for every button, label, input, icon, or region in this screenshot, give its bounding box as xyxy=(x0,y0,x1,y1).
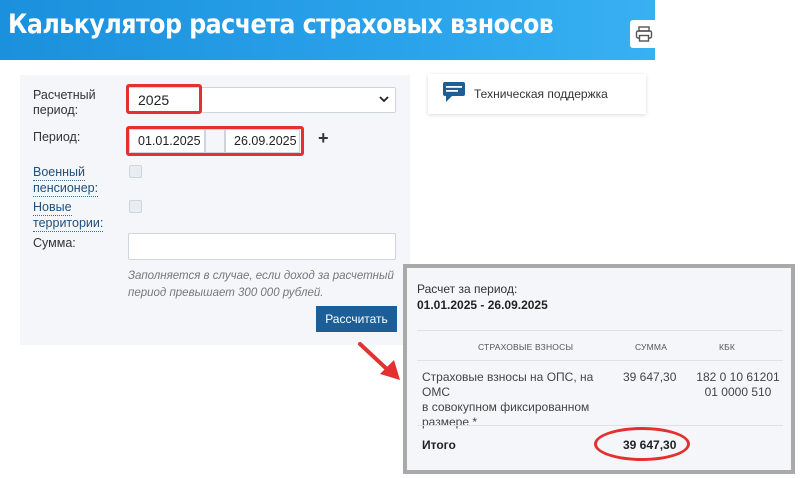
sum-input[interactable] xyxy=(128,233,396,260)
total-label: Итого xyxy=(422,438,456,452)
print-button[interactable] xyxy=(630,20,658,48)
period-label: Расчетный период: xyxy=(33,88,96,117)
military-pensioner-label[interactable]: Военный пенсионер: xyxy=(33,165,99,197)
col-header-contributions: СТРАХОВЫЕ ВЗНОСЫ xyxy=(478,342,574,352)
military-pensioner-checkbox[interactable] xyxy=(129,165,142,178)
table-divider xyxy=(417,330,783,331)
result-panel: Расчет за период: 01.01.2025 - 26.09.202… xyxy=(403,264,795,474)
calculate-button[interactable]: Рассчитать xyxy=(316,306,397,332)
new-territories-label[interactable]: Новые территории: xyxy=(33,200,104,232)
table-row-kbk: 182 0 10 61201 01 0000 510 xyxy=(696,370,780,399)
page-header: Калькулятор расчета страховых взносов xyxy=(0,0,655,60)
table-divider xyxy=(417,360,783,361)
highlight-dates xyxy=(126,126,304,156)
table-row-name: Страховые взносы на ОПС, на ОМС в совоку… xyxy=(422,370,594,429)
chevron-down-icon xyxy=(379,96,389,103)
add-period-button[interactable]: + xyxy=(318,128,329,149)
table-divider xyxy=(417,425,783,426)
result-content: Расчет за период: 01.01.2025 - 26.09.202… xyxy=(407,268,791,470)
sum-label: Сумма: xyxy=(33,236,76,250)
col-header-sum: СУММА xyxy=(635,342,668,352)
printer-icon xyxy=(635,26,653,42)
red-arrow-icon xyxy=(358,342,400,380)
highlight-total xyxy=(594,427,690,461)
result-period: 01.01.2025 - 26.09.2025 xyxy=(417,298,548,312)
result-caption: Расчет за период: xyxy=(417,282,518,296)
tech-support-label: Техническая поддержка xyxy=(474,87,608,101)
dates-label: Период: xyxy=(33,130,81,144)
page-title: Калькулятор расчета страховых взносов xyxy=(8,9,554,40)
highlight-period xyxy=(126,84,202,114)
chat-icon xyxy=(443,82,465,102)
sum-hint: Заполняется в случае, если доход за расч… xyxy=(128,270,394,299)
tech-support-link[interactable]: Техническая поддержка xyxy=(428,74,646,114)
col-header-kbk: КБК xyxy=(719,342,736,352)
table-row-sum: 39 647,30 xyxy=(623,370,677,384)
new-territories-checkbox[interactable] xyxy=(129,200,142,213)
